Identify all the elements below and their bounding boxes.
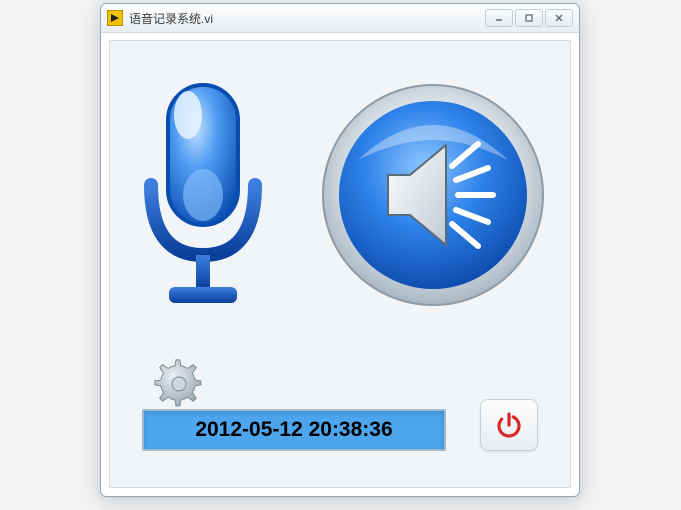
minimize-button[interactable] bbox=[485, 9, 513, 27]
client-area: 2012-05-12 20:38:36 bbox=[109, 40, 571, 488]
record-button[interactable] bbox=[133, 75, 273, 320]
window-title: 语音记录系统.vi bbox=[129, 10, 213, 27]
speaker-icon bbox=[318, 80, 548, 310]
timestamp-text: 2012-05-12 20:38:36 bbox=[195, 418, 392, 442]
close-button[interactable] bbox=[545, 9, 573, 27]
title-bar: 语音记录系统.vi bbox=[101, 4, 579, 33]
maximize-button[interactable] bbox=[515, 9, 543, 27]
window-controls bbox=[485, 9, 573, 27]
gear-icon bbox=[154, 359, 204, 409]
power-button[interactable] bbox=[480, 399, 538, 451]
microphone-icon bbox=[133, 75, 273, 315]
labview-app-icon bbox=[107, 10, 123, 26]
app-window: 语音记录系统.vi bbox=[100, 3, 580, 497]
main-controls-row bbox=[110, 67, 570, 327]
settings-button[interactable] bbox=[154, 359, 204, 409]
power-icon bbox=[494, 410, 524, 440]
timestamp-display: 2012-05-12 20:38:36 bbox=[142, 409, 446, 451]
playback-button[interactable] bbox=[318, 80, 548, 315]
